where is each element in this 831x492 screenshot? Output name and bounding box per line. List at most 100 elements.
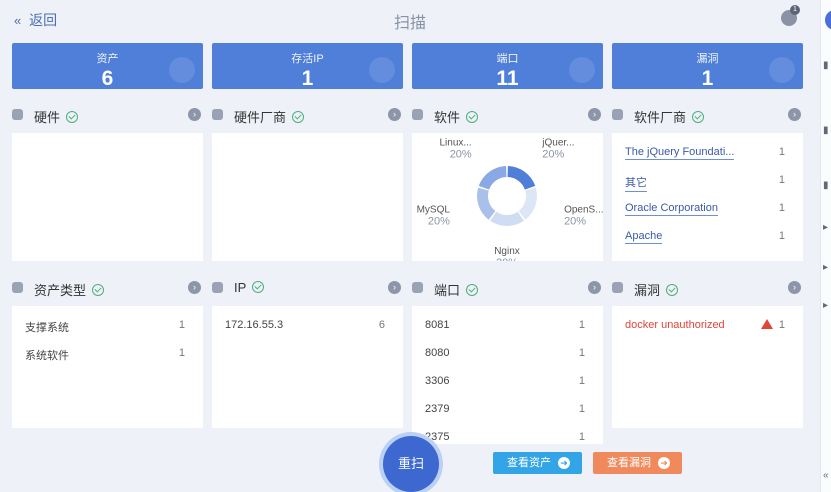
chevron-right-icon[interactable]: › — [588, 108, 601, 121]
chevron-right-icon[interactable]: › — [588, 281, 601, 294]
item-name: Oracle Corporation — [625, 202, 718, 216]
pie-slice[interactable] — [478, 166, 507, 190]
vuln-card: docker unauthorized 1 — [612, 306, 803, 428]
item-name: Apache — [625, 230, 663, 244]
chevron-right-icon[interactable]: › — [188, 108, 201, 121]
item-count: 1 — [778, 174, 785, 186]
globe-icon[interactable]: 1 — [781, 5, 800, 26]
hardware-vendor-card — [212, 133, 403, 261]
chevron-right-icon[interactable]: › — [388, 281, 401, 294]
pie-slice[interactable] — [490, 211, 524, 226]
list-item[interactable]: 其它 1 — [612, 165, 803, 193]
pie-icon — [12, 282, 23, 293]
section-header-ip: IP › — [212, 277, 403, 299]
list-item[interactable]: Oracle Corporation 1 — [612, 193, 803, 221]
item-name: 其它 — [625, 174, 647, 192]
check-circle-icon — [692, 111, 705, 123]
collapse-icon[interactable]: « — [823, 470, 829, 481]
item-count: 1 — [578, 319, 585, 331]
check-circle-icon — [92, 284, 105, 296]
section-title: 软件 — [434, 110, 461, 125]
check-circle-icon — [666, 284, 679, 296]
list-item[interactable]: 8081 1 — [412, 310, 603, 338]
ip-icon — [369, 57, 395, 83]
item-count: 6 — [378, 319, 385, 331]
list-item[interactable]: 3306 1 — [412, 366, 603, 394]
item-name: docker unauthorized — [625, 319, 725, 331]
slice-value: 20% — [542, 148, 564, 160]
section-header-vuln: 漏洞 › — [612, 277, 803, 299]
bug-icon — [769, 57, 795, 83]
list-item[interactable]: docker unauthorized 1 — [612, 310, 803, 338]
slice-label: Linux... — [439, 137, 471, 148]
item-name: 8081 — [425, 319, 450, 331]
stat-assets[interactable]: 资产 6 — [12, 43, 203, 89]
item-name: 2379 — [425, 403, 450, 415]
section-header-software-vendor: 软件厂商 › — [612, 104, 803, 126]
chevron-right-icon[interactable]: › — [188, 281, 201, 294]
item-name: 2375 — [425, 431, 450, 443]
item-count: 1 — [578, 403, 585, 415]
chevron-right-icon[interactable]: › — [788, 108, 801, 121]
rescan-button[interactable]: 重扫 — [383, 436, 439, 492]
section-title: IP — [234, 280, 247, 295]
list-item[interactable]: 2379 1 — [412, 394, 603, 422]
list-item[interactable]: 2375 1 — [412, 422, 603, 444]
pie-slice[interactable] — [507, 166, 536, 190]
view-assets-button[interactable]: 查看资产 ➜ — [493, 452, 582, 474]
user-icon — [612, 109, 623, 120]
slice-value: 20% — [450, 148, 472, 160]
side-tool-icon[interactable]: ▸ — [823, 262, 828, 273]
side-tool-icon[interactable]: ▮ — [823, 125, 829, 136]
section-title: 硬件厂商 — [234, 110, 287, 125]
slice-label: Nginx — [494, 246, 520, 257]
item-name: 172.16.55.3 — [225, 319, 284, 331]
check-circle-icon — [292, 111, 305, 123]
view-vulns-button[interactable]: 查看漏洞 ➜ — [593, 452, 682, 474]
item-count: 1 — [578, 431, 585, 443]
chevron-right-icon[interactable]: › — [388, 108, 401, 121]
side-tool-icon[interactable]: ▸ — [823, 300, 828, 311]
side-tool-icon[interactable]: ▮ — [823, 60, 829, 71]
side-tool-icon[interactable]: ▮ — [823, 180, 829, 191]
check-circle-icon — [252, 281, 265, 293]
pie-slice[interactable] — [477, 187, 496, 220]
stat-vulns[interactable]: 漏洞 1 — [612, 43, 803, 89]
stat-alive-ip[interactable]: 存活IP 1 — [212, 43, 403, 89]
slice-label: MySQL — [417, 205, 451, 216]
notification-badge: 1 — [790, 5, 800, 15]
stat-ports[interactable]: 端口 11 — [412, 43, 603, 89]
item-count: 1 — [178, 347, 185, 359]
list-item[interactable]: 系统软件 1 — [12, 338, 203, 366]
list-item[interactable]: Apache 1 — [612, 221, 803, 249]
section-header-port: 端口 › — [412, 277, 603, 299]
factory-icon — [212, 109, 223, 120]
chip-icon — [12, 109, 23, 120]
arrow-right-icon: ➜ — [658, 457, 670, 469]
slice-value: 20% — [428, 216, 450, 228]
side-tool-icon[interactable]: ▸ — [823, 222, 828, 233]
list-item[interactable]: The jQuery Foundati... 1 — [612, 137, 803, 165]
ip-card: 172.16.55.3 6 — [212, 306, 403, 428]
item-count: 1 — [778, 230, 785, 242]
monitor-icon — [212, 282, 223, 293]
section-title: 漏洞 — [634, 283, 661, 298]
list-item[interactable]: 支撑系统 1 — [12, 310, 203, 338]
list-item[interactable]: 172.16.55.3 6 — [212, 310, 403, 338]
page-title: 扫描 — [393, 15, 426, 32]
port-icon — [412, 282, 423, 293]
section-header-asset-type: 资产类型 › — [12, 277, 203, 299]
top-bar: « 返回 扫描 1 — [0, 0, 820, 38]
slice-label: jQuer... — [541, 137, 574, 148]
item-count: 1 — [778, 202, 785, 214]
list-item[interactable]: 8080 1 — [412, 338, 603, 366]
check-circle-icon — [466, 284, 479, 296]
pie-slice[interactable] — [518, 187, 537, 220]
section-header-hardware-vendor: 硬件厂商 › — [212, 104, 403, 126]
check-circle-icon — [66, 111, 79, 123]
chevron-right-icon[interactable]: › — [788, 281, 801, 294]
section-header-hardware: 硬件 › — [12, 104, 203, 126]
item-count: 1 — [178, 319, 185, 331]
right-side-strip — [820, 0, 831, 492]
item-name: 3306 — [425, 375, 450, 387]
